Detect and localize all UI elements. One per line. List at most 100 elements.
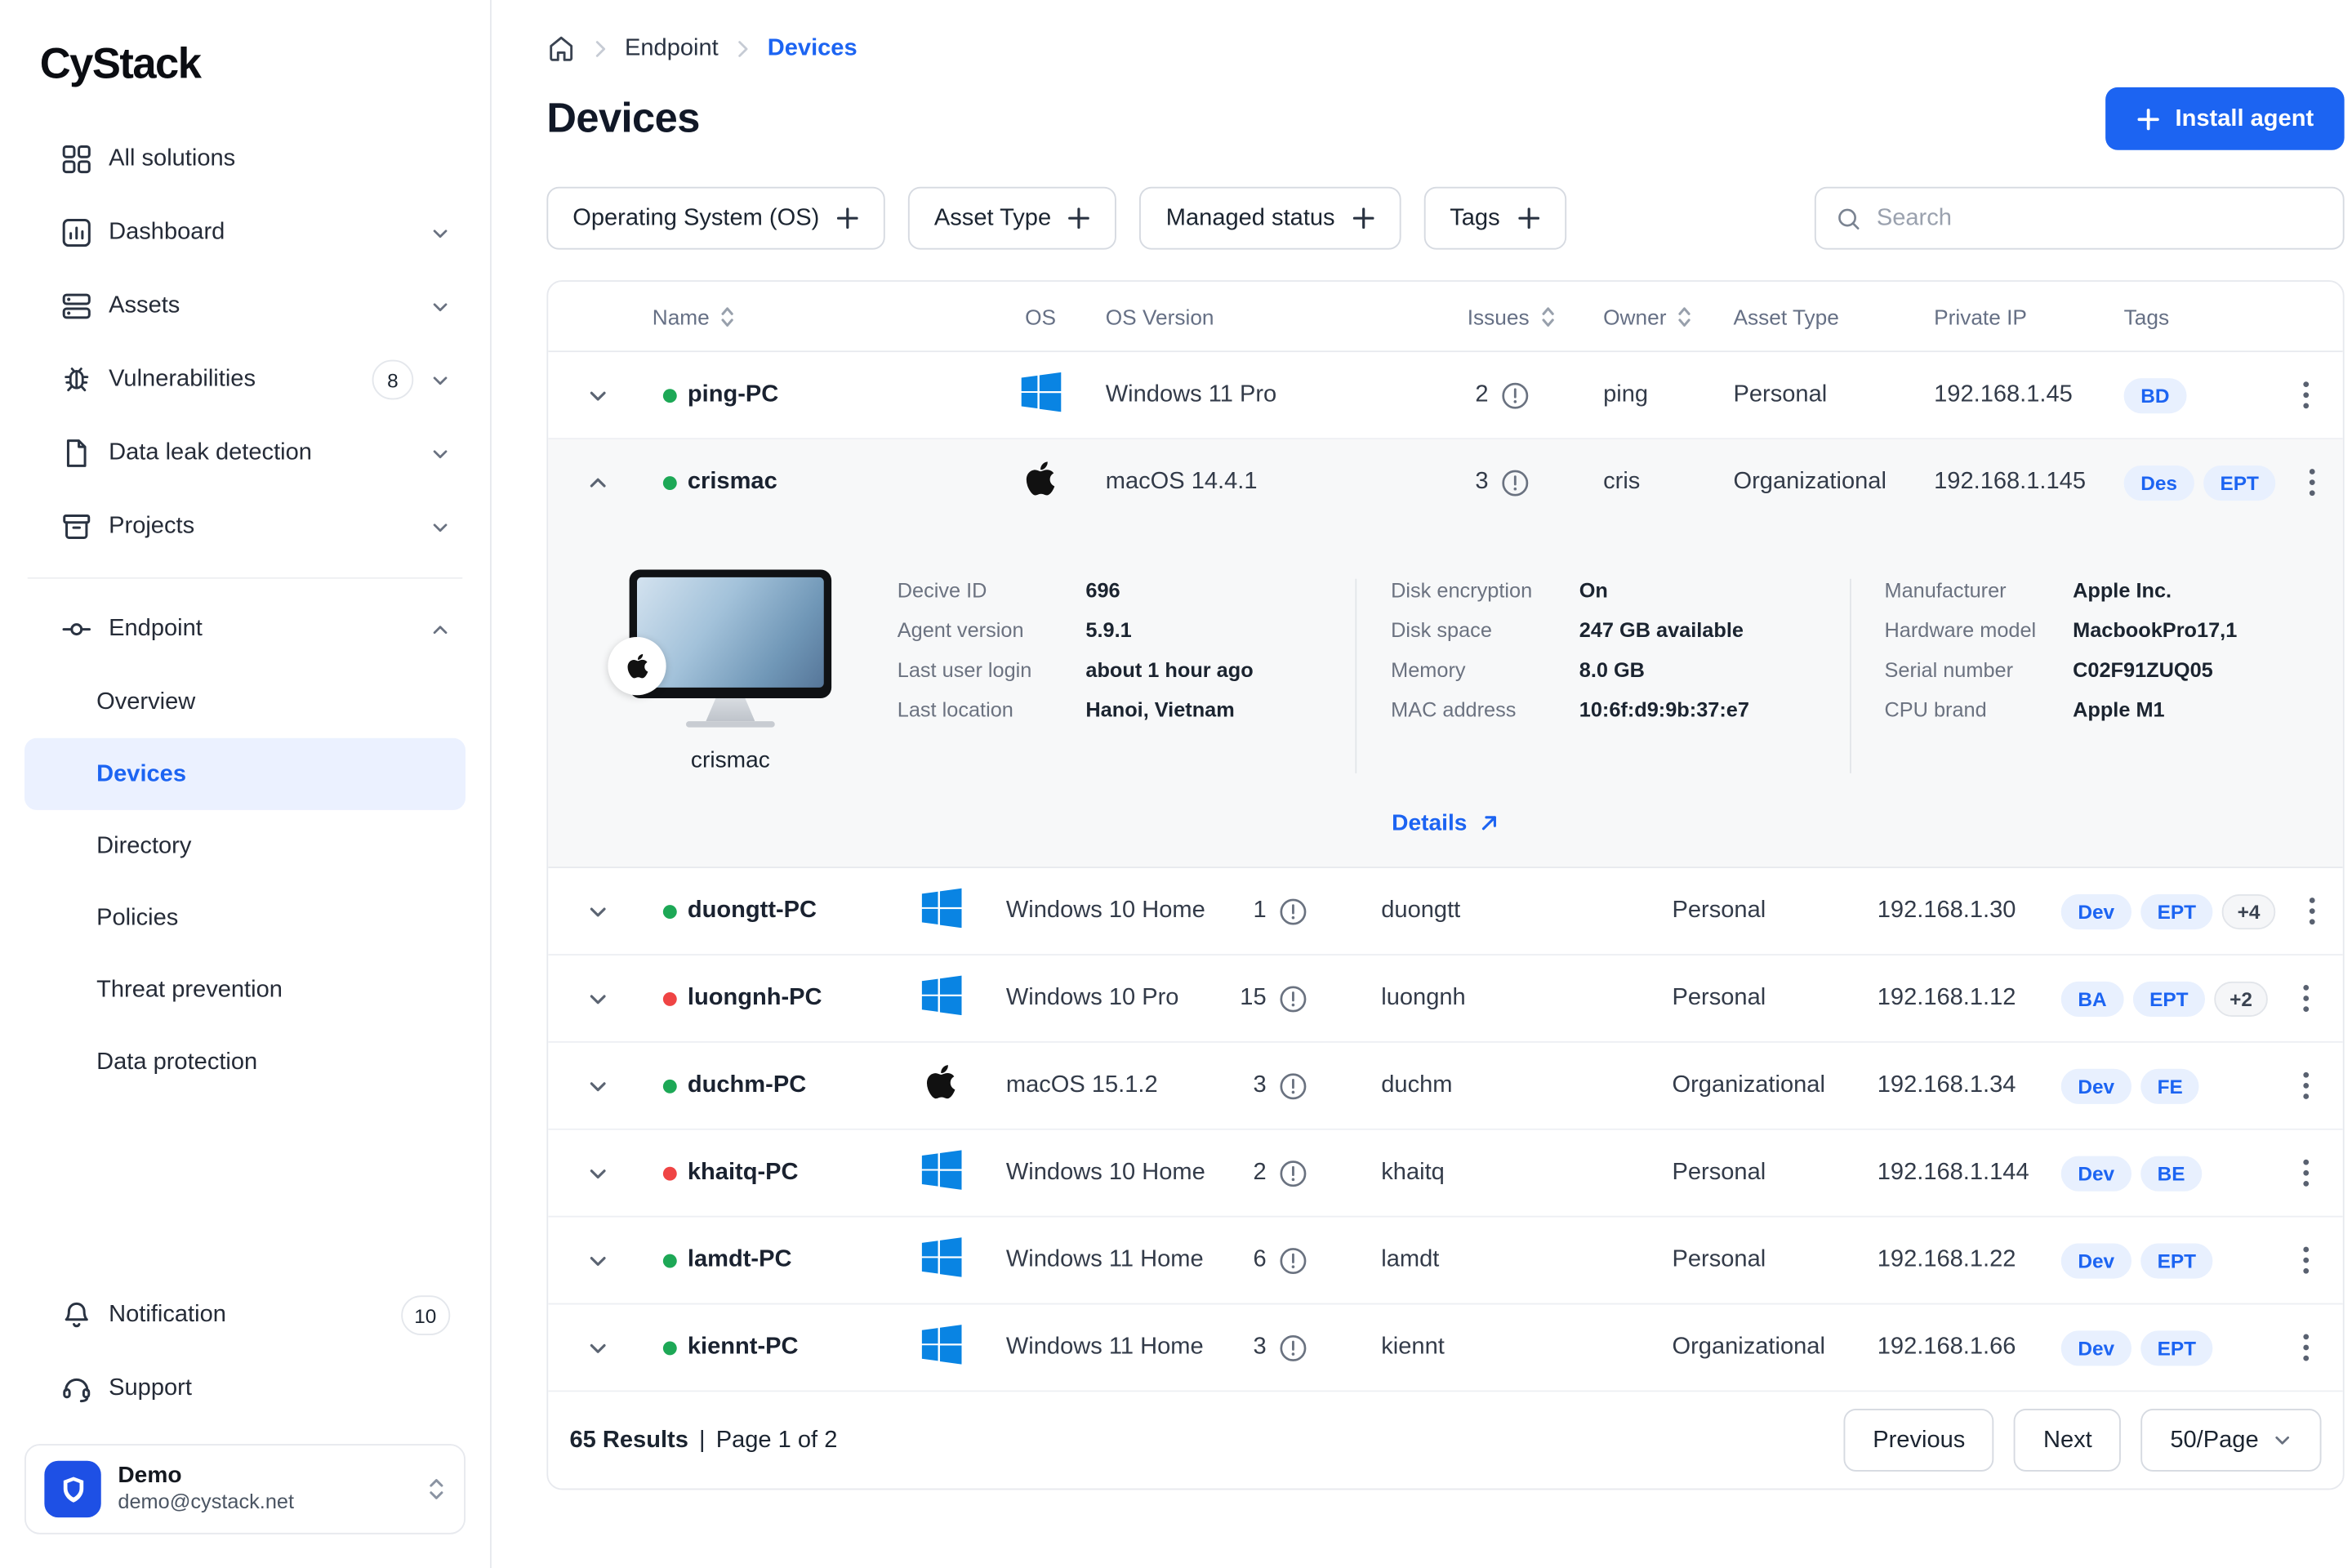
column-header-name[interactable]: Name bbox=[646, 304, 1006, 328]
tag-pill[interactable]: BE bbox=[2140, 1156, 2202, 1191]
tags-overflow-pill[interactable]: +4 bbox=[2222, 893, 2275, 929]
table-row[interactable]: duongtt-PC Windows 10 Home 1 duongtt Per… bbox=[548, 868, 2343, 956]
table-row[interactable]: luongnh-PC Windows 10 Pro 15 luongnh Per… bbox=[548, 956, 2343, 1043]
detail-value: 247 GB available bbox=[1579, 619, 1744, 642]
row-menu-button[interactable] bbox=[2291, 975, 2322, 1021]
row-menu-button[interactable] bbox=[2291, 1150, 2322, 1196]
column-header-tags: Tags bbox=[2101, 304, 2270, 328]
device-name: khaitq-PC bbox=[688, 1159, 799, 1187]
sidebar-item-endpoint[interactable]: Endpoint bbox=[24, 593, 466, 666]
notification-count-badge: 10 bbox=[400, 1295, 450, 1335]
tag-pill[interactable]: BD bbox=[2124, 377, 2186, 412]
sidebar-item-notification[interactable]: Notification 10 bbox=[24, 1279, 466, 1352]
filter-os-button[interactable]: Operating System (OS) bbox=[546, 187, 885, 250]
tag-pill[interactable]: Dev bbox=[2061, 1330, 2132, 1365]
next-page-button[interactable]: Next bbox=[2014, 1409, 2121, 1472]
column-header-owner[interactable]: Owner bbox=[1580, 304, 1710, 328]
row-expand-chevron[interactable] bbox=[578, 1241, 617, 1280]
apple-icon bbox=[1024, 460, 1056, 506]
home-icon[interactable] bbox=[546, 33, 576, 63]
detail-label: Disk encryption bbox=[1391, 579, 1579, 602]
sidebar-item-support[interactable]: Support bbox=[24, 1352, 466, 1426]
row-expand-chevron[interactable] bbox=[578, 376, 617, 414]
issues-count: 15 bbox=[1220, 985, 1266, 1013]
filter-managed-status-button[interactable]: Managed status bbox=[1140, 187, 1401, 250]
table-row[interactable]: duchm-PC macOS 15.1.2 3 duchm Organizati… bbox=[548, 1043, 2343, 1130]
search-input[interactable] bbox=[1877, 204, 2323, 232]
column-header-issues[interactable]: Issues bbox=[1442, 304, 1580, 328]
row-menu-button[interactable] bbox=[2291, 372, 2322, 418]
table-row[interactable]: khaitq-PC Windows 10 Home 2 khaitq Perso… bbox=[548, 1130, 2343, 1218]
filter-tags-button[interactable]: Tags bbox=[1423, 187, 1566, 250]
asset-type: Personal bbox=[1649, 898, 1854, 925]
tag-pill[interactable]: Dev bbox=[2061, 1243, 2132, 1278]
brand-logo[interactable]: CyStack bbox=[24, 0, 466, 122]
tag-pill[interactable]: EPT bbox=[2140, 1243, 2213, 1278]
sidebar-item-dashboard[interactable]: Dashboard bbox=[24, 196, 466, 270]
sidebar-item-directory[interactable]: Directory bbox=[24, 810, 466, 882]
tag-pill[interactable]: EPT bbox=[2203, 465, 2276, 500]
row-menu-button[interactable] bbox=[2291, 1325, 2322, 1370]
sidebar-item-threat-prevention[interactable]: Threat prevention bbox=[24, 954, 466, 1026]
tag-pill[interactable]: BA bbox=[2061, 981, 2123, 1016]
row-menu-button[interactable] bbox=[2296, 889, 2328, 934]
tag-pill[interactable]: EPT bbox=[2140, 893, 2213, 929]
search-box bbox=[1815, 187, 2345, 250]
owner: kiennt bbox=[1358, 1334, 1649, 1361]
status-dot bbox=[663, 904, 677, 918]
tag-pill[interactable]: Dev bbox=[2061, 1156, 2132, 1191]
per-page-select[interactable]: 50/Page bbox=[2141, 1409, 2322, 1472]
row-expand-chevron[interactable] bbox=[578, 1154, 617, 1192]
sidebar-item-data-leak-detection[interactable]: Data leak detection bbox=[24, 416, 466, 490]
row-expand-chevron[interactable] bbox=[578, 892, 617, 930]
tag-pill[interactable]: Des bbox=[2124, 465, 2194, 500]
chevron-down-icon bbox=[430, 223, 450, 243]
sidebar: CyStack All solutions Dashboard Assets V… bbox=[0, 0, 492, 1568]
table-row[interactable]: lamdt-PC Windows 11 Home 6 lamdt Persona… bbox=[548, 1218, 2343, 1305]
sidebar-item-data-protection[interactable]: Data protection bbox=[24, 1026, 466, 1098]
row-expand-chevron[interactable] bbox=[578, 979, 617, 1018]
row-expand-chevron[interactable] bbox=[578, 463, 617, 501]
grid-icon bbox=[61, 144, 92, 175]
detail-label: Last user login bbox=[898, 658, 1086, 681]
details-link[interactable]: Details bbox=[548, 810, 2343, 836]
tag-pill[interactable]: EPT bbox=[2132, 981, 2205, 1016]
tag-pill[interactable]: Dev bbox=[2061, 893, 2132, 929]
table-row[interactable]: crismac macOS 14.4.1 3 cris Organization… bbox=[548, 439, 2343, 527]
tag-pill[interactable]: EPT bbox=[2140, 1330, 2213, 1365]
row-expand-chevron[interactable] bbox=[578, 1067, 617, 1105]
detail-label: MAC address bbox=[1391, 698, 1579, 721]
os-version: Windows 11 Home bbox=[975, 1334, 1220, 1361]
filter-asset-type-button[interactable]: Asset Type bbox=[908, 187, 1117, 250]
sidebar-item-devices[interactable]: Devices bbox=[24, 738, 466, 810]
row-expand-chevron[interactable] bbox=[578, 1329, 617, 1367]
issues-cell: 15 bbox=[1220, 984, 1358, 1013]
device-stand bbox=[706, 698, 755, 721]
tag-pill[interactable]: FE bbox=[2140, 1068, 2199, 1103]
chevron-down-icon bbox=[430, 296, 450, 316]
sidebar-item-overview[interactable]: Overview bbox=[24, 666, 466, 738]
device-detail-group: ManufacturerApple Inc.Hardware modelMacb… bbox=[1849, 579, 2342, 773]
breadcrumb-devices[interactable]: Devices bbox=[768, 34, 858, 62]
install-agent-button[interactable]: Install agent bbox=[2105, 87, 2344, 150]
previous-page-button[interactable]: Previous bbox=[1844, 1409, 1994, 1472]
sidebar-item-vulnerabilities[interactable]: Vulnerabilities 8 bbox=[24, 343, 466, 416]
breadcrumb-endpoint[interactable]: Endpoint bbox=[625, 34, 719, 62]
sidebar-item-projects[interactable]: Projects bbox=[24, 490, 466, 564]
table-row[interactable]: ping-PC Windows 11 Pro 2 ping Personal 1… bbox=[548, 352, 2343, 439]
sidebar-item-all-solutions[interactable]: All solutions bbox=[24, 122, 466, 196]
alert-icon bbox=[1279, 1245, 1308, 1275]
sidebar-item-label: Endpoint bbox=[109, 616, 413, 644]
sidebar-item-label: Assets bbox=[109, 292, 413, 320]
detail-value: C02F91ZUQ05 bbox=[2073, 658, 2213, 681]
tags-overflow-pill[interactable]: +2 bbox=[2214, 981, 2267, 1016]
user-profile-card[interactable]: Demo demo@cystack.net bbox=[24, 1444, 466, 1535]
row-menu-button[interactable] bbox=[2291, 1062, 2322, 1108]
sidebar-item-assets[interactable]: Assets bbox=[24, 270, 466, 343]
tag-pill[interactable]: Dev bbox=[2061, 1068, 2132, 1103]
table-row[interactable]: kiennt-PC Windows 11 Home 3 kiennt Organ… bbox=[548, 1305, 2343, 1392]
sidebar-item-policies[interactable]: Policies bbox=[24, 882, 466, 954]
row-menu-button[interactable] bbox=[2297, 460, 2328, 506]
user-name: Demo bbox=[118, 1462, 410, 1490]
row-menu-button[interactable] bbox=[2291, 1237, 2322, 1283]
